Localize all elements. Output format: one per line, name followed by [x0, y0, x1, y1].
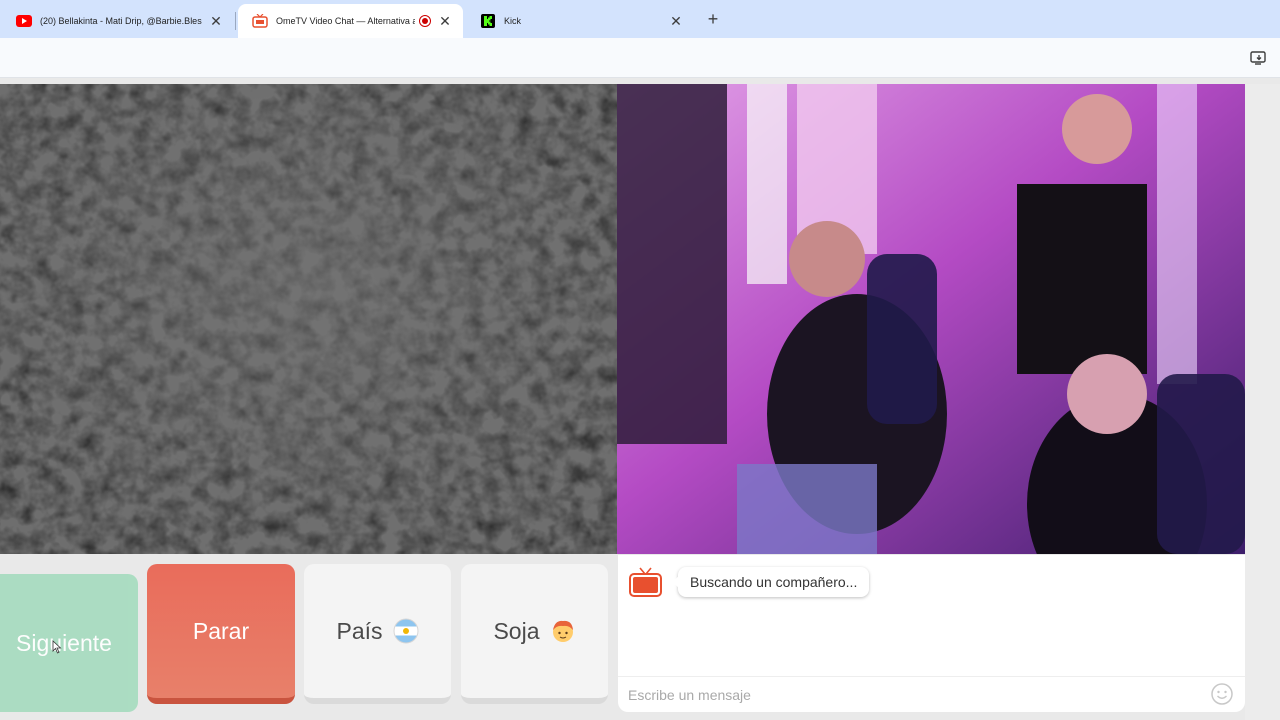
remote-video	[617, 84, 1245, 554]
gender-button-label: Soja	[493, 617, 540, 644]
chat-input-row	[618, 676, 1245, 712]
boy-face-icon	[550, 618, 576, 644]
youtube-icon	[16, 13, 32, 29]
country-select-button[interactable]: País	[304, 564, 451, 704]
tab-kick[interactable]: Kick ✕	[466, 4, 694, 38]
tab-ometv[interactable]: OmeTV Video Chat — Alternativa al C ✕	[238, 4, 463, 38]
remote-video-scene	[617, 84, 1245, 554]
chat-message-input[interactable]	[628, 685, 1188, 705]
next-button[interactable]: Siguiente	[0, 574, 138, 712]
ometv-page: Siguiente Parar País Soja Buscando un co…	[0, 84, 1280, 720]
recording-icon	[419, 15, 431, 27]
ometv-icon	[252, 13, 268, 29]
tab-title: (20) Bellakinta - Mati Drip, @Barbie.Ble…	[40, 16, 202, 26]
tab-title: Kick	[504, 16, 522, 26]
new-tab-button[interactable]: +	[703, 10, 723, 30]
right-gutter	[1245, 84, 1280, 720]
chat-panel: Buscando un compañero...	[618, 555, 1245, 712]
tab-separator	[235, 12, 236, 30]
stop-button[interactable]: Parar	[147, 564, 295, 704]
emoji-picker-icon[interactable]	[1211, 683, 1233, 705]
country-button-label: País	[336, 617, 383, 644]
argentina-flag-icon	[393, 618, 419, 644]
tab-title: OmeTV Video Chat — Alternativa al C	[276, 16, 415, 26]
next-button-label: Siguiente	[16, 629, 112, 656]
local-video-static	[0, 84, 617, 554]
video-noise	[0, 84, 617, 554]
close-tab-icon[interactable]: ✕	[437, 13, 453, 29]
kick-icon	[480, 13, 496, 29]
gender-select-button[interactable]: Soja	[461, 564, 608, 704]
install-app-icon[interactable]	[1250, 51, 1266, 65]
mouse-cursor-icon	[52, 640, 62, 654]
browser-tab-strip: (20) Bellakinta - Mati Drip, @Barbie.Ble…	[0, 0, 1280, 38]
close-tab-icon[interactable]: ✕	[208, 13, 224, 29]
close-tab-icon[interactable]: ✕	[668, 13, 684, 29]
stop-button-label: Parar	[192, 617, 250, 644]
chat-status-bubble: Buscando un compañero...	[671, 567, 870, 597]
browser-toolbar	[0, 38, 1280, 78]
chat-status-text: Buscando un compañero...	[690, 574, 858, 590]
ometv-logo-icon	[629, 567, 662, 597]
tab-youtube[interactable]: (20) Bellakinta - Mati Drip, @Barbie.Ble…	[2, 4, 236, 38]
